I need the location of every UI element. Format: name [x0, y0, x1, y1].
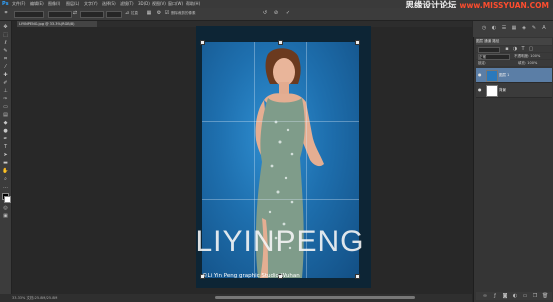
shape-tool-icon[interactable]: ▬: [2, 160, 9, 166]
layer-thumbnail: [486, 85, 498, 97]
eyedropper-tool-icon[interactable]: ⁄: [2, 64, 9, 70]
overlay-grid-icon[interactable]: ▦: [146, 10, 152, 16]
cancel-icon[interactable]: ⊘: [273, 10, 279, 16]
adjustment-layer-icon[interactable]: ◐: [512, 293, 518, 299]
quick-mask-icon[interactable]: ◎: [2, 205, 9, 211]
brush-panel-icon[interactable]: ✎: [531, 25, 537, 31]
crop-handle-top-right[interactable]: [355, 40, 360, 45]
crop-width-field[interactable]: [48, 11, 72, 18]
clear-button[interactable]: [106, 11, 122, 18]
eraser-tool-icon[interactable]: ▭: [2, 104, 9, 110]
menu-edit[interactable]: 编辑(E): [30, 0, 44, 8]
fill-control[interactable]: 填充: 100%: [518, 60, 537, 66]
eye-visibility-icon[interactable]: ●: [478, 87, 483, 92]
history-panel-icon[interactable]: ◷: [481, 25, 487, 31]
options-bar: ⌗ ⇄ ⊿ 拉直 ▦ ⚙ ☑ 删除裁剪的像素 ↺ ⊘ ✓: [0, 8, 553, 21]
adjustments-panel-icon[interactable]: ◐: [491, 25, 497, 31]
photo-credit-text: ©Li Yin Peng graphic Studio Wuhan: [202, 273, 300, 279]
menu-help[interactable]: 帮助(H): [186, 0, 200, 8]
menu-window[interactable]: 窗口(W): [168, 0, 183, 8]
quick-select-tool-icon[interactable]: ✎: [2, 48, 9, 54]
crop-grid-line: [202, 121, 359, 122]
horizontal-scrollbar[interactable]: [215, 296, 415, 299]
properties-panel-icon[interactable]: ☰: [501, 25, 507, 31]
lasso-tool-icon[interactable]: ℓ: [2, 40, 9, 46]
menu-3d[interactable]: 3D(D): [138, 0, 150, 8]
pen-tool-icon[interactable]: ✒: [2, 136, 9, 142]
crop-handle-top-left[interactable]: [200, 40, 205, 45]
history-brush-tool-icon[interactable]: ✑: [2, 96, 9, 102]
new-group-icon[interactable]: ▭: [522, 293, 528, 299]
crop-grid-line: [202, 199, 359, 200]
layers-panel-tabs[interactable]: 图层 通道 路径: [476, 38, 552, 45]
tools-panel: ✥ ⬚ ℓ ✎ ⌗ ⁄ ✚ ✐ ⊥ ✑ ▭ ▤ ◆ ● ✒ T ➤ ▬ ✋ ⌕ …: [0, 21, 12, 296]
filter-pixel-icon[interactable]: ▪: [504, 46, 510, 52]
layer-row[interactable]: ● 背景: [476, 83, 552, 98]
layers-panel-footer: ∞ ƒ ◙ ◐ ▭ ❐ 🗑: [476, 292, 552, 300]
path-select-tool-icon[interactable]: ➤: [2, 152, 9, 158]
move-tool-icon[interactable]: ✥: [2, 24, 9, 30]
menu-file[interactable]: 文件(F): [12, 0, 25, 8]
gradient-tool-icon[interactable]: ▤: [2, 112, 9, 118]
layer-name[interactable]: 图层 1: [499, 68, 509, 82]
straighten-label: 拉直: [131, 11, 138, 15]
crop-handle-top[interactable]: [278, 40, 283, 45]
delete-layer-icon[interactable]: 🗑: [542, 293, 548, 299]
crop-ratio-select[interactable]: [14, 11, 44, 18]
swap-icon[interactable]: ⇄: [72, 10, 78, 16]
crop-tool-icon[interactable]: ⌗: [3, 10, 9, 16]
menu-image[interactable]: 图像(I): [48, 0, 60, 8]
dodge-tool-icon[interactable]: ●: [2, 128, 9, 134]
swatches-panel-icon[interactable]: ▦: [511, 25, 517, 31]
character-panel-icon[interactable]: A: [541, 25, 547, 31]
commit-check-icon[interactable]: ✓: [285, 10, 291, 16]
photoshop-logo: Ps: [2, 1, 9, 7]
type-tool-icon[interactable]: T: [2, 144, 9, 150]
lock-label: 锁定:: [478, 61, 487, 65]
delete-cropped-checkbox-icon[interactable]: ☑: [164, 10, 170, 16]
straighten-icon[interactable]: ⊿: [124, 10, 130, 16]
layer-name[interactable]: 背景: [499, 83, 506, 97]
eye-visibility-icon[interactable]: ●: [478, 72, 483, 77]
menu-view[interactable]: 视图(V): [152, 0, 166, 8]
menu-type[interactable]: 文字(Y): [84, 0, 98, 8]
reset-icon[interactable]: ↺: [262, 10, 268, 16]
filter-type-icon[interactable]: T: [520, 46, 526, 52]
menu-select[interactable]: 选择(S): [102, 0, 116, 8]
panel-icon-strip: ◷ ◐ ☰ ▦ ◈ ✎ A: [473, 21, 553, 37]
filter-adjust-icon[interactable]: ◑: [512, 46, 518, 52]
styles-panel-icon[interactable]: ◈: [521, 25, 527, 31]
crop-tool-icon[interactable]: ⌗: [2, 56, 9, 62]
extra-tools-icon[interactable]: …: [2, 184, 9, 190]
new-layer-icon[interactable]: ❐: [532, 293, 538, 299]
marquee-tool-icon[interactable]: ⬚: [2, 32, 9, 38]
screen-mode-icon[interactable]: ▣: [2, 213, 9, 219]
menu-filter[interactable]: 滤镜(T): [120, 0, 134, 8]
blend-opacity-row: 正常 不透明度: 100%: [476, 53, 552, 60]
layer-style-icon[interactable]: ƒ: [492, 293, 498, 299]
opacity-control[interactable]: 不透明度: 100%: [514, 53, 540, 59]
healing-tool-icon[interactable]: ✚: [2, 72, 9, 78]
filter-shape-icon[interactable]: ▢: [528, 46, 534, 52]
layer-row[interactable]: ● 图层 1: [476, 68, 552, 83]
status-zoom-doc-info: 33.33% 文档:25.8M/25.8M: [12, 296, 58, 300]
photo-title-text: LIYINPENG: [195, 225, 365, 258]
add-mask-icon[interactable]: ◙: [502, 293, 508, 299]
link-layers-icon[interactable]: ∞: [482, 293, 488, 299]
delete-cropped-label: 删除裁剪的像素: [171, 11, 196, 15]
settings-gear-icon[interactable]: ⚙: [156, 10, 162, 16]
background-color-swatch[interactable]: [4, 196, 11, 203]
layers-filter-row: ▪ ◑ T ▢: [476, 46, 552, 53]
blur-tool-icon[interactable]: ◆: [2, 120, 9, 126]
menu-layer[interactable]: 图层(L): [66, 0, 79, 8]
lock-fill-row: 锁定: 填充: 100%: [476, 60, 552, 66]
zoom-tool-icon[interactable]: ⌕: [2, 176, 9, 182]
layer-thumbnail: [486, 70, 498, 82]
brush-tool-icon[interactable]: ✐: [2, 80, 9, 86]
hand-tool-icon[interactable]: ✋: [2, 168, 9, 174]
crop-height-field[interactable]: [80, 11, 104, 18]
clone-stamp-tool-icon[interactable]: ⊥: [2, 88, 9, 94]
